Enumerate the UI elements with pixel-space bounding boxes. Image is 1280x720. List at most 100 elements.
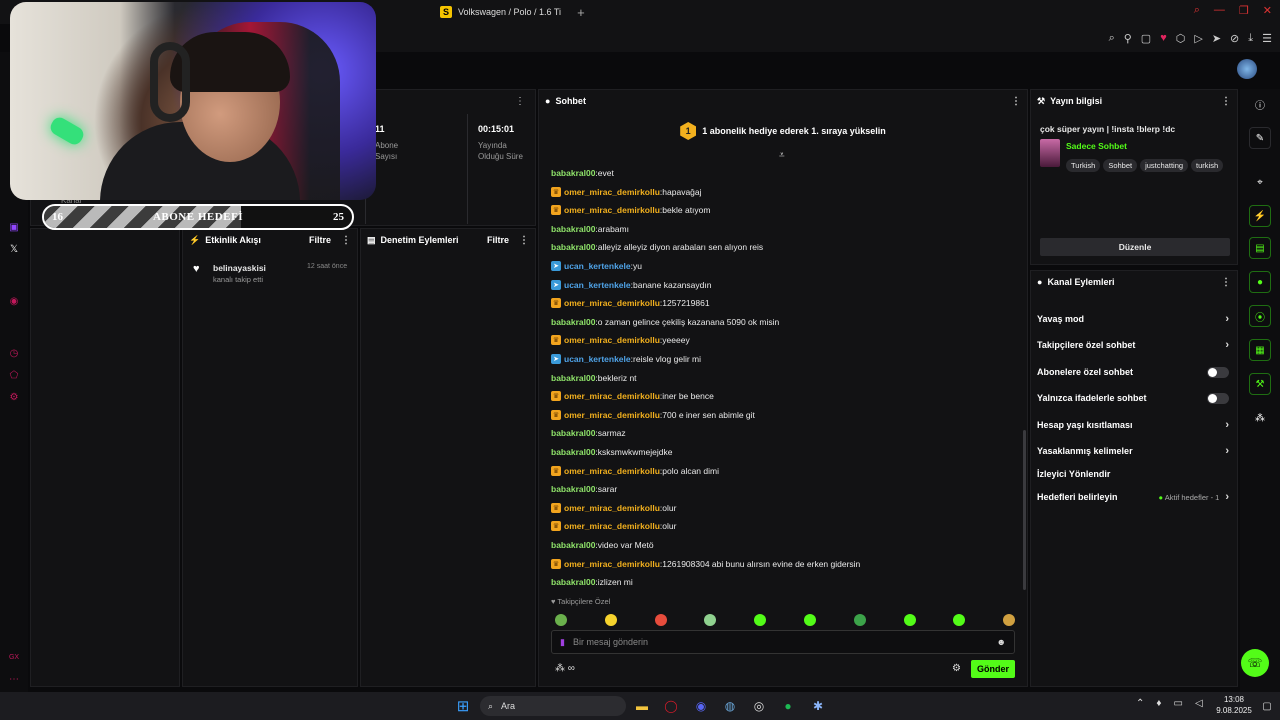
chat-username[interactable]: babakral00 [551,242,595,252]
notification-icon[interactable]: ▢ [1258,697,1276,715]
channel-action-row[interactable]: Yavaş mod › [1037,312,1229,326]
start-icon[interactable]: ⊞ [454,697,472,715]
chat-username[interactable]: omer_mirac_demirkollu [564,466,660,476]
chevron-up-icon[interactable]: ⌃ [1136,698,1144,709]
stats-menu-icon[interactable]: ⋮ [515,96,525,107]
spotify-icon[interactable]: ● [779,697,797,715]
chat-username[interactable]: omer_mirac_demirkollu [564,521,660,531]
document-icon[interactable]: ▤ [1249,237,1271,259]
tag-chip[interactable]: justchatting [1140,159,1189,172]
chat-input[interactable]: ▮ Bir mesaj gönderin ☻ [551,630,1015,654]
chat-username[interactable]: babakral00 [551,168,595,178]
settings-icon[interactable]: ⚙ [952,663,961,674]
chat-username[interactable]: ucan_kertenkele [564,354,631,364]
channel-action-row[interactable]: Yasaklanmış kelimeler › [1037,444,1229,458]
chat-username[interactable]: omer_mirac_demirkollu [564,335,660,345]
emote-icon[interactable] [704,614,717,626]
search-tabs-icon[interactable]: ⌕ [1194,4,1200,17]
gx-icon[interactable]: GX [7,650,21,664]
app-icon[interactable]: ✱ [809,697,827,715]
pinned-gift-banner[interactable]: 1 1 abonelik hediye ederek 1. sıraya yük… [539,122,1027,140]
emote-icon[interactable] [903,614,916,626]
emoji-icon[interactable]: ☻ [997,637,1006,647]
chat-username[interactable]: babakral00 [551,317,595,327]
chat-username[interactable]: babakral00 [551,428,595,438]
history-icon[interactable]: ◷ [7,346,21,360]
player-icon[interactable]: ▷ [1194,32,1202,45]
chat-username[interactable]: omer_mirac_demirkollu [564,391,660,401]
emote-icon[interactable] [604,614,617,626]
chat-username[interactable]: omer_mirac_demirkollu [564,187,660,197]
info-icon[interactable]: ⓘ [1249,93,1271,115]
chat-username[interactable]: babakral00 [551,577,595,587]
profile-avatar[interactable] [1237,59,1257,79]
chat-username[interactable]: babakral00 [551,224,595,234]
broadcast-icon[interactable]: ⦿ [1249,305,1271,327]
tag-chip[interactable]: turkish [1191,159,1224,172]
discord-icon[interactable]: ◉ [692,697,710,715]
channel-action-row[interactable]: İzleyici Yönlendir [1037,467,1229,481]
settings-icon[interactable]: ⚙ [7,390,21,404]
extension-icon[interactable]: ⬡ [1176,32,1186,45]
activity-filter-button[interactable]: Filtre [309,235,331,245]
category-name[interactable]: Sadece Sohbet [1066,141,1127,151]
menu-icon[interactable]: ☰ [1262,32,1272,45]
chat-menu-icon[interactable]: ⋮ [1011,96,1021,107]
chevron-down-icon[interactable]: ⩡ [779,150,785,161]
activity-user[interactable]: belinayaskisi [213,263,266,273]
clock[interactable]: 13:08 9.08.2025 [1212,694,1256,716]
support-icon[interactable]: ☏ [1241,649,1269,677]
steam-icon[interactable]: ◍ [721,697,739,715]
layout-icon[interactable]: ▦ [1249,339,1271,361]
chat-username[interactable]: ucan_kertenkele [564,261,631,271]
new-tab-button[interactable]: + [577,5,585,20]
tag-chip[interactable]: Turkish [1066,159,1101,172]
network-icon[interactable]: ▭ [1174,698,1183,709]
chat-username[interactable]: omer_mirac_demirkollu [564,503,660,513]
browser-tab[interactable]: S Volkswagen / Polo / 1.6 Ti + [440,4,585,20]
target-icon[interactable]: ⌖ [1249,171,1271,193]
x-icon[interactable]: 𝕏 [7,242,21,256]
stream-info-menu-icon[interactable]: ⋮ [1221,96,1231,107]
screenshot-icon[interactable]: ▢ [1141,32,1151,45]
opera-icon[interactable]: ◯ [662,697,680,715]
emote-icon[interactable] [654,614,667,626]
chat-username[interactable]: babakral00 [551,447,595,457]
edit-button[interactable]: Düzenle [1040,238,1230,256]
chat-username[interactable]: ucan_kertenkele [564,280,631,290]
mic-icon[interactable]: ▮ [560,637,565,648]
more-icon[interactable]: ⋯ [7,672,21,686]
emote-icon[interactable] [853,614,866,626]
close-icon[interactable]: ✕ [1263,4,1272,17]
pencil-icon[interactable]: ✎ [1249,127,1271,149]
extensions-icon[interactable]: ⬠ [7,368,21,382]
download-icon[interactable]: ⤓ [1248,32,1253,45]
toggle-switch[interactable] [1207,392,1229,404]
bolt-icon[interactable]: ⚡ [1249,205,1271,227]
minimize-icon[interactable]: — [1214,4,1225,17]
emote-icon[interactable] [953,614,966,626]
channel-actions-menu-icon[interactable]: ⋮ [1221,277,1231,288]
emote-icon[interactable] [555,614,567,626]
emote-icon[interactable] [804,614,816,626]
channel-action-row[interactable]: Takipçilere özel sohbet › [1037,338,1229,352]
file-explorer-icon[interactable]: ▬ [633,697,651,715]
emote-icon[interactable] [754,614,767,626]
player-icon[interactable]: ◉ [7,294,21,308]
volume-icon[interactable]: ◁ [1195,698,1203,709]
chat-username[interactable]: omer_mirac_demirkollu [564,410,660,420]
system-tray[interactable]: ⌃ ♦ ▭ ◁ [1136,698,1203,709]
tag-chip[interactable]: Sohbet [1103,159,1138,172]
chat-username[interactable]: babakral00 [551,484,595,494]
scrollbar[interactable] [1023,430,1026,590]
moderation-filter-button[interactable]: Filtre [487,235,509,245]
infinity-icon[interactable]: ∞ [568,663,575,674]
moderation-menu-icon[interactable]: ⋮ [519,235,529,246]
chat-username[interactable]: omer_mirac_demirkollu [564,559,660,569]
wallet-icon[interactable]: ⊘ [1230,32,1239,45]
channel-action-row[interactable]: Hedefleri belirleyin ● Aktif hedefler - 1… [1037,490,1229,504]
emote-icon[interactable] [1003,614,1016,626]
mic-icon[interactable]: ♦ [1156,698,1161,709]
chat-icon[interactable]: ● [1249,271,1271,293]
toggle-switch[interactable] [1207,366,1229,378]
